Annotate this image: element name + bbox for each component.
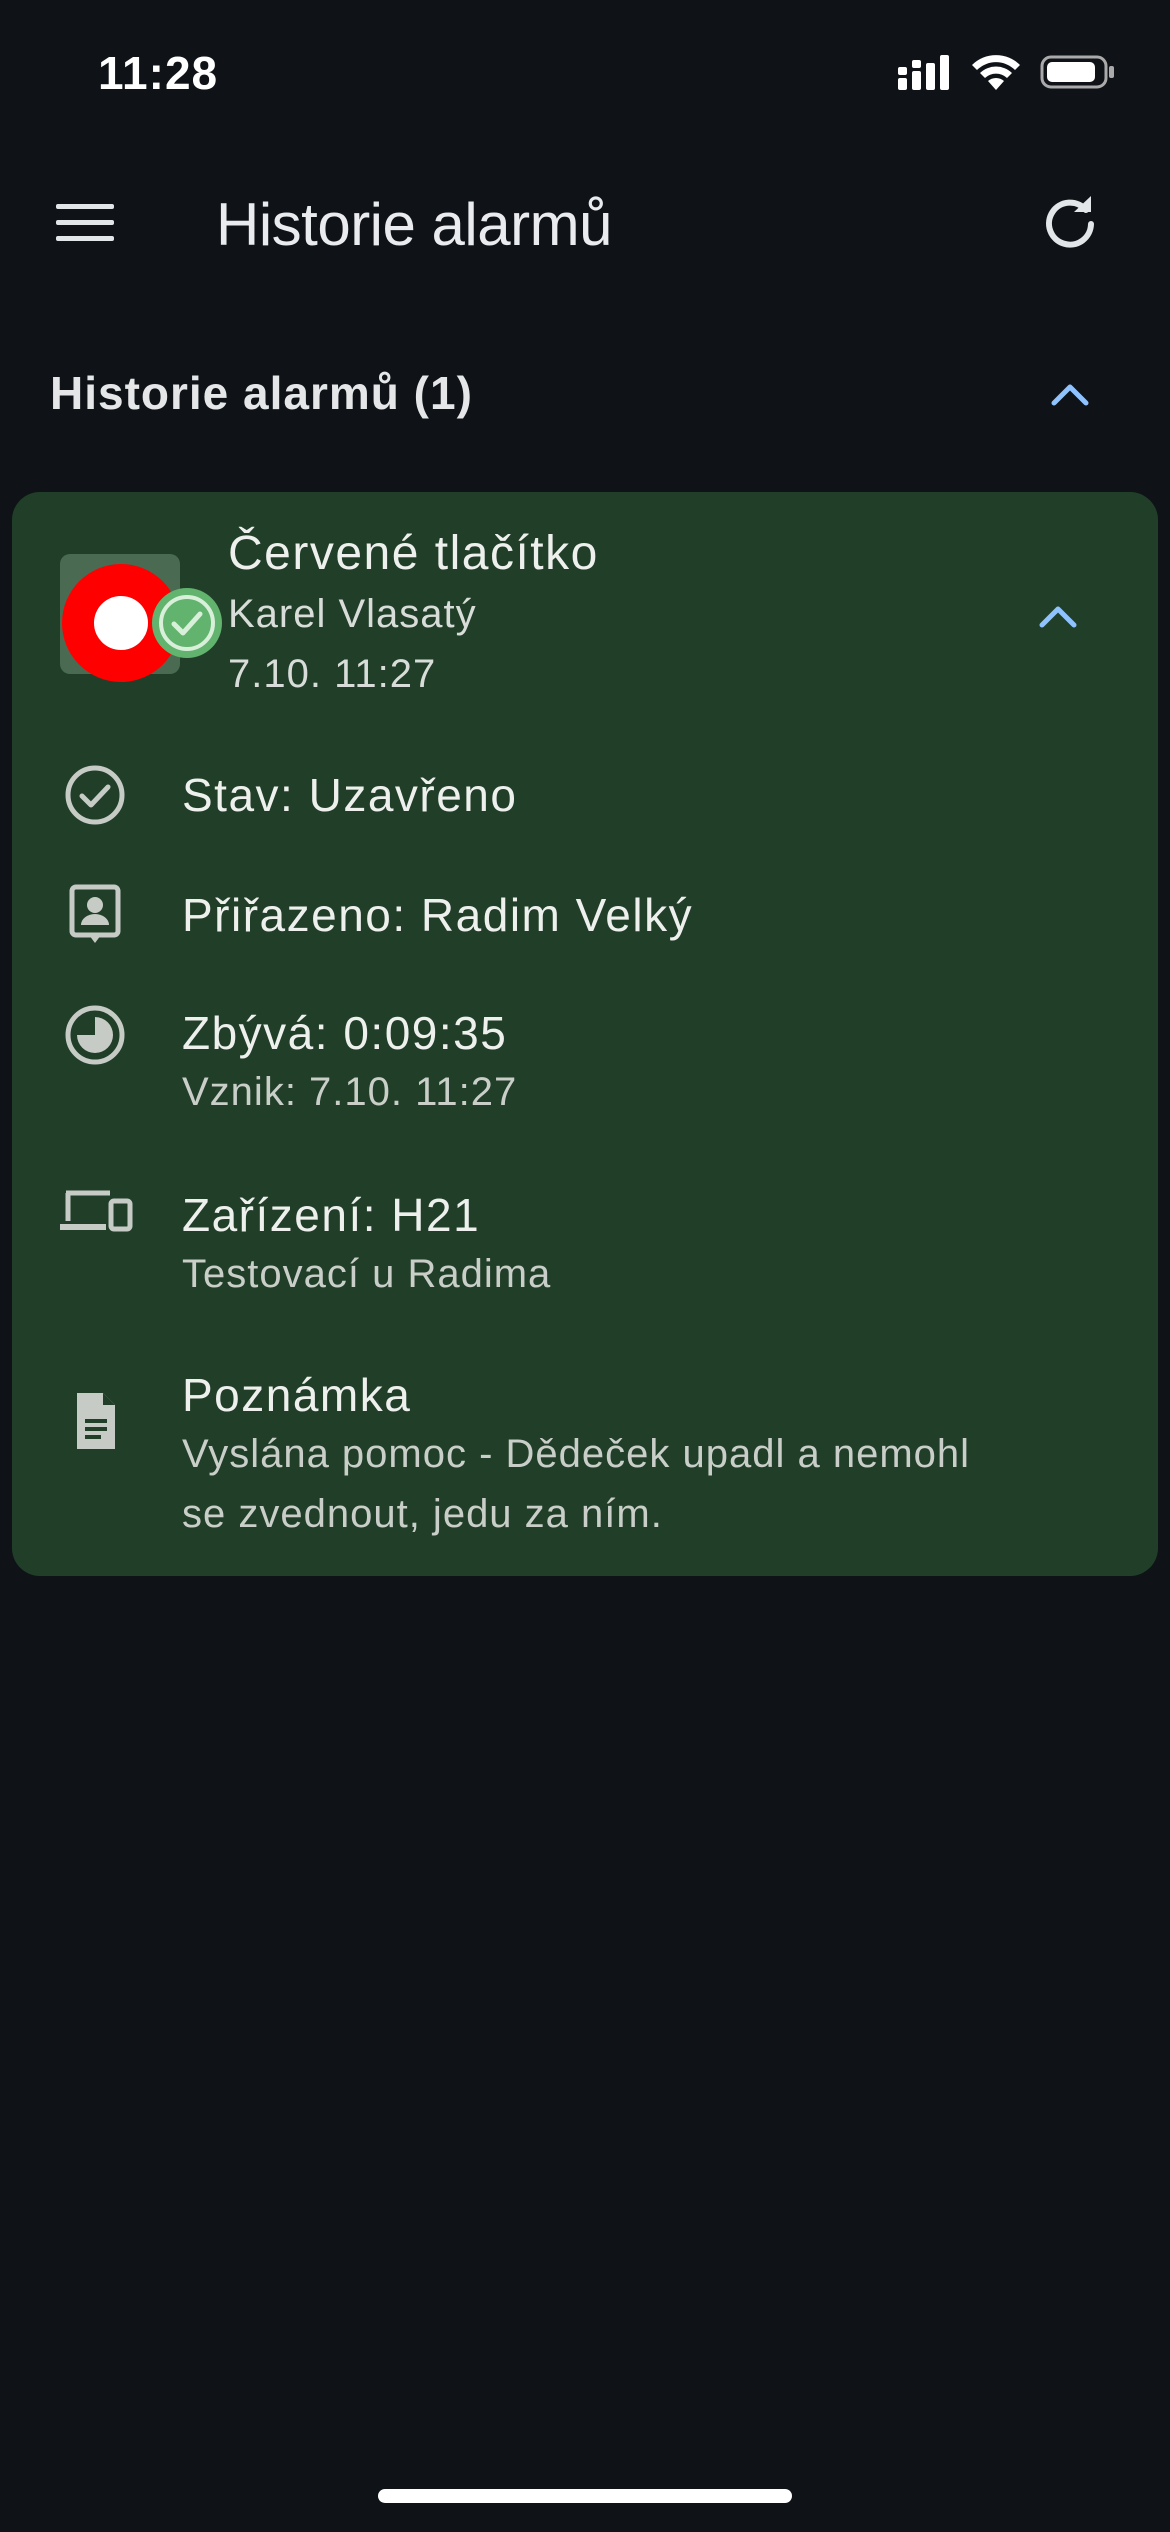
status-time: 11:28 [98,47,219,99]
refresh-icon [1042,194,1098,255]
check-circle-icon [58,758,132,832]
timer-icon [58,998,132,1072]
red-button-center [94,596,148,650]
alarm-device-description: Testovací u Radima [182,1252,552,1296]
alarm-card[interactable]: Červené tlačítko Karel Vlasatý 7.10. 11:… [12,492,1158,1576]
resolved-check-icon [152,588,222,658]
status-bar: 11:28 [0,0,1170,140]
alarm-title: Červené tlačítko [228,527,599,580]
section-header[interactable]: Historie alarmů (1) [0,350,1170,440]
page-title: Historie alarmů [216,191,612,258]
alarm-created: Vznik: 7.10. 11:27 [182,1070,518,1114]
alarm-time: 7.10. 11:27 [228,652,437,696]
signal-icon [896,52,952,97]
alarm-assigned: Přiřazeno: Radim Velký [182,889,694,941]
section-title: Historie alarmů (1) [50,367,473,419]
battery-icon [1040,52,1116,97]
alarm-status: Stav: Uzavřeno [182,769,518,821]
note-label: Poznámka [182,1369,412,1421]
devices-icon [54,1176,138,1250]
chevron-up-icon [1038,603,1078,634]
section-collapse-button[interactable] [1040,366,1100,426]
alarm-person: Karel Vlasatý [228,592,477,636]
chevron-up-icon [1050,381,1090,412]
note-icon [58,1384,132,1458]
card-collapse-button[interactable] [1028,588,1088,648]
menu-button[interactable] [50,190,120,260]
home-indicator[interactable] [378,2489,792,2503]
note-text-line-2: se zvednout, jedu za ním. [182,1492,663,1536]
wifi-icon [970,52,1022,97]
status-icons [896,52,1116,97]
refresh-button[interactable] [1030,184,1110,264]
menu-icon [56,202,114,249]
assigned-person-icon [58,878,132,952]
alarm-remaining: Zbývá: 0:09:35 [182,1007,508,1059]
app-bar: Historie alarmů [0,160,1170,290]
alarm-device: Zařízení: H21 [182,1189,481,1241]
alarm-avatar [60,554,222,682]
note-text-line-1: Vyslána pomoc - Dědeček upadl a nemohl [182,1432,971,1476]
